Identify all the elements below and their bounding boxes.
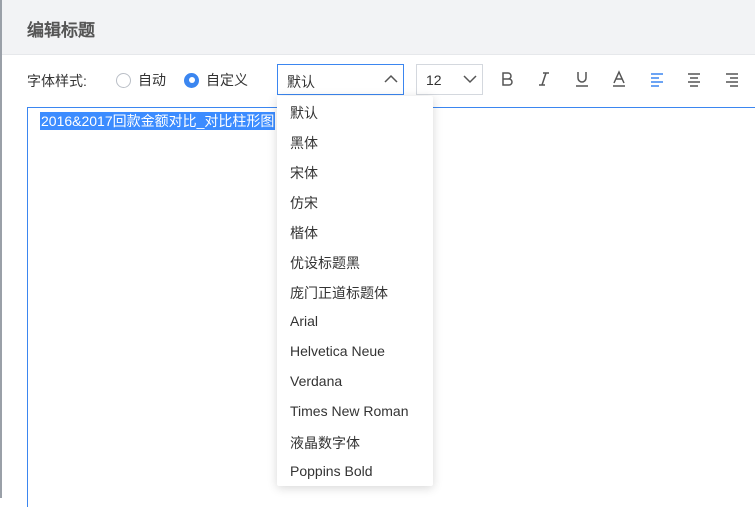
align-right-icon[interactable] <box>723 70 741 88</box>
editor-selected-text[interactable]: 2016&2017回款金额对比_对比柱形图 <box>40 112 276 130</box>
font-option[interactable]: 黑体 <box>290 133 318 153</box>
font-option[interactable]: 仿宋 <box>290 193 318 213</box>
font-family-select[interactable]: 默认 <box>277 64 404 95</box>
align-center-icon[interactable] <box>685 70 703 88</box>
chevron-down-icon <box>463 75 477 84</box>
italic-icon[interactable] <box>535 70 553 88</box>
font-option[interactable]: Arial <box>290 313 318 329</box>
dialog-header: 编辑标题 <box>2 0 755 55</box>
font-option[interactable]: Times New Roman <box>290 403 409 419</box>
font-color-icon[interactable] <box>610 70 628 88</box>
font-size-value: 12 <box>426 72 442 88</box>
radio-auto[interactable]: 自动 <box>116 70 166 90</box>
radio-custom-circle[interactable] <box>184 72 199 88</box>
font-option[interactable]: Poppins Bold <box>290 463 373 479</box>
font-family-value: 默认 <box>287 74 315 90</box>
chevron-up-icon <box>384 74 398 83</box>
font-style-label: 字体样式: <box>27 73 87 89</box>
underline-icon[interactable] <box>573 70 591 88</box>
font-option[interactable]: 默认 <box>290 103 318 123</box>
font-option[interactable]: 楷体 <box>290 223 318 243</box>
font-option[interactable]: Verdana <box>290 373 342 389</box>
align-left-icon[interactable] <box>648 70 666 88</box>
radio-auto-label: 自动 <box>138 72 166 88</box>
radio-custom[interactable]: 自定义 <box>184 70 248 90</box>
radio-auto-circle[interactable] <box>116 72 131 88</box>
font-option[interactable]: Helvetica Neue <box>290 343 385 359</box>
font-option[interactable]: 宋体 <box>290 163 318 183</box>
radio-custom-label: 自定义 <box>206 72 248 88</box>
bold-icon[interactable] <box>498 70 516 88</box>
font-size-select[interactable]: 12 <box>416 64 483 95</box>
font-family-dropdown: 默认 黑体 宋体 仿宋 楷体 优设标题黑 庞门正道标题体 Arial Helve… <box>277 96 433 486</box>
font-option[interactable]: 庞门正道标题体 <box>290 283 388 303</box>
edit-title-dialog: 编辑标题 字体样式: 自动 自定义 默认 12 2016&2017回款金额对比_… <box>2 0 755 507</box>
font-option[interactable]: 液晶数字体 <box>290 433 360 453</box>
font-option[interactable]: 优设标题黑 <box>290 253 360 273</box>
dialog-title: 编辑标题 <box>27 21 95 40</box>
